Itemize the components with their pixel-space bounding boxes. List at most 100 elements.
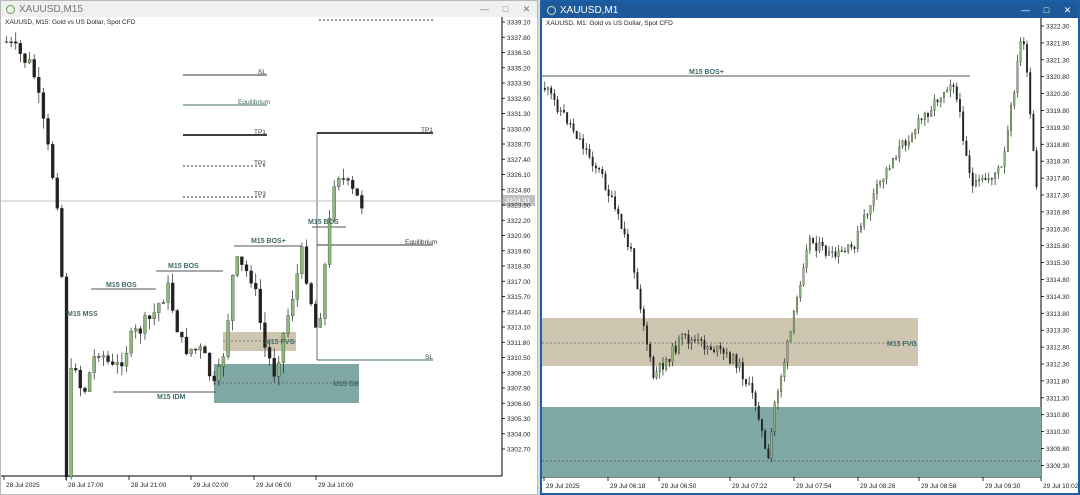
candle-body	[872, 193, 875, 206]
price-tick-label: 3332.60	[507, 96, 531, 103]
candle-body	[332, 186, 336, 219]
price-tick-label: 3311.80	[507, 340, 530, 347]
candle-body	[69, 368, 73, 478]
candle-body	[869, 205, 872, 215]
price-chart-m1[interactable]: M15 BOS+ M15 FVG 3322.30 3321.80 3321.30 33…	[542, 18, 1078, 493]
candle-body	[831, 251, 834, 253]
candle-body	[300, 246, 304, 274]
time-tick-label: 28 Jul 2025	[6, 482, 40, 489]
candle-body	[610, 195, 613, 197]
price-tick-label: 3305.30	[507, 416, 531, 423]
candle-body	[681, 333, 684, 340]
bos-label-3: M15 BOS	[308, 219, 339, 226]
candle-body	[997, 167, 1000, 174]
window-title: XAUUSD,M1	[560, 4, 619, 16]
candle-body	[943, 92, 945, 98]
price-tick-label: 3333.90	[507, 81, 531, 88]
candle-body	[226, 320, 230, 357]
maximize-icon[interactable]: □	[1036, 5, 1057, 16]
candle-body	[1029, 72, 1032, 115]
minimize-icon[interactable]: —	[1015, 5, 1036, 16]
close-icon[interactable]: ✕	[1057, 5, 1078, 16]
candle-body	[968, 155, 971, 174]
chart-canvas[interactable]: 3324.31 SL Equilibrium TP1 TP2 TP3 TP1 E…	[1, 17, 537, 494]
candle-body	[4, 41, 9, 43]
candle-body	[60, 208, 64, 277]
candle-body	[754, 392, 757, 407]
price-tick-label: 3304.00	[507, 431, 531, 438]
price-tick-label: 3314.30	[1046, 294, 1070, 301]
candle-body	[971, 172, 974, 187]
chart-window-m1[interactable]: XAUUSD,M1 — □ ✕ M15 BOS+ M15 FVG 3322.30…	[540, 0, 1080, 495]
candle-body	[281, 333, 286, 363]
symbol-label: XAUUSD, M1: Gold vs US Dollar, Spot CFD	[546, 20, 673, 27]
candle-body	[37, 76, 41, 93]
time-axis: 29 Jul 2025 29 Jul 06:18 29 Jul 06:50 29 Ju…	[543, 477, 1078, 490]
candle-body	[543, 87, 546, 90]
price-tick-label: 3318.30	[1046, 159, 1070, 166]
price-tick-label: 3320.30	[1046, 91, 1070, 98]
candle-body	[674, 345, 677, 353]
candle-body	[639, 288, 642, 310]
candle-body	[249, 270, 253, 284]
candle-body	[212, 375, 216, 382]
candle-body	[987, 178, 990, 181]
time-tick-label: 28 Jul 17:00	[68, 482, 104, 489]
close-icon[interactable]: ✕	[516, 4, 537, 15]
candle-body	[668, 359, 671, 362]
price-tick-label: 3306.60	[507, 401, 531, 408]
minimize-icon[interactable]: —	[474, 4, 495, 15]
candle-body	[559, 110, 562, 112]
candle-body	[767, 448, 770, 459]
app-icon	[547, 5, 556, 15]
time-tick-label: 29 Jul 08:58	[921, 483, 957, 490]
candle-body	[978, 179, 981, 181]
time-tick-label: 29 Jul 02:00	[193, 482, 229, 489]
candle-body	[314, 303, 318, 328]
candle-body	[646, 325, 648, 345]
candle-body	[620, 213, 623, 229]
window-titlebar[interactable]: XAUUSD,M1 — □ ✕	[542, 2, 1078, 18]
time-tick-label: 29 Jul 2025	[546, 483, 580, 490]
candle-body	[267, 347, 272, 359]
chart-canvas[interactable]: M15 BOS+ M15 FVG 3322.303321.803321.3033…	[542, 18, 1078, 493]
candle-body	[1019, 41, 1022, 62]
price-chart-m15[interactable]: 3324.31 SL Equilibrium TP1 TP2 TP3 TP1 E…	[1, 17, 537, 494]
candle-body	[194, 348, 198, 351]
window-titlebar[interactable]: XAUUSD,M15 — □ ✕	[1, 1, 537, 17]
candle-body	[32, 59, 36, 78]
candle-body	[594, 165, 597, 169]
price-tick-label: 3307.90	[507, 386, 531, 393]
candle-body	[927, 113, 929, 117]
candle-body	[152, 312, 156, 320]
price-tick-label: 3321.80	[1046, 40, 1070, 47]
candle-body	[716, 345, 719, 352]
price-tick-label: 3321.30	[1046, 57, 1070, 64]
candle-body	[189, 348, 193, 355]
candle-body	[585, 148, 588, 150]
time-tick-label: 28 Jul 21:00	[131, 482, 167, 489]
maximize-icon[interactable]: □	[495, 4, 516, 15]
time-tick-label: 29 Jul 06:50	[661, 483, 697, 490]
candle-body	[984, 177, 987, 181]
candle-body	[46, 118, 50, 145]
candle-body	[575, 130, 578, 139]
candle-body	[917, 118, 920, 130]
price-tick-label: 3322.20	[507, 218, 531, 225]
price-tick-label: 3311.80	[1046, 378, 1069, 385]
mss-label: M15 MSS	[67, 311, 98, 318]
candle-body	[240, 256, 244, 265]
candle-body	[180, 331, 184, 338]
price-tick-label: 3315.70	[507, 294, 531, 301]
candle-body	[601, 169, 604, 174]
price-axis: 3322.30 3321.80 3321.30 3320.80 3320.30 3319.…	[1041, 24, 1070, 470]
time-tick-label: 29 Jul 06:00	[256, 482, 292, 489]
candle-body	[642, 308, 645, 326]
candle-body	[64, 276, 69, 478]
candle-body	[1022, 41, 1025, 45]
candle-body	[18, 43, 22, 54]
candle-body	[805, 249, 808, 268]
candle-body	[959, 99, 961, 112]
chart-window-m15[interactable]: XAUUSD,M15 — □ ✕ 3324.31 SL Equilibrium …	[0, 0, 538, 495]
time-tick-label: 29 Jul 10:02	[1043, 483, 1078, 490]
